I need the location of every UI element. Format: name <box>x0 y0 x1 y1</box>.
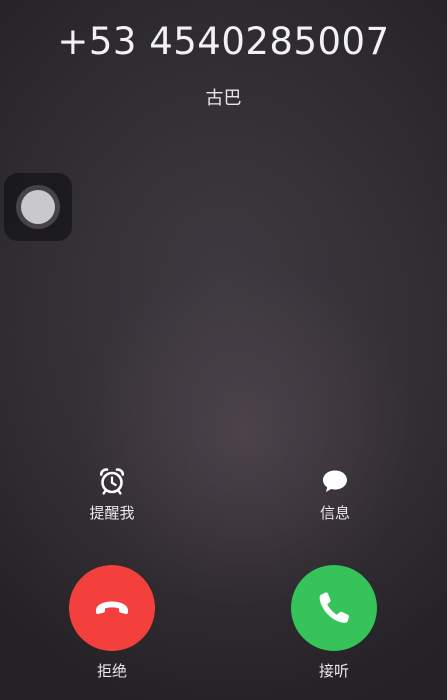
caller-location: 古巴 <box>205 88 242 109</box>
remind-me-button[interactable]: 提醒我 <box>67 466 157 523</box>
decline-label: 拒绝 <box>96 662 127 680</box>
hang-up-icon <box>96 601 128 615</box>
assistive-touch-button[interactable] <box>4 173 72 241</box>
assistive-touch-icon <box>21 190 55 224</box>
message-bubble-icon <box>323 470 347 492</box>
remind-me-label: 提醒我 <box>89 504 135 522</box>
alarm-clock-icon <box>99 468 125 495</box>
phone-icon <box>319 592 349 623</box>
message-button[interactable]: 信息 <box>290 466 380 523</box>
caller-number: +53 4540285007 <box>57 20 390 63</box>
accept-label: 接听 <box>318 662 349 680</box>
accept-button[interactable] <box>291 565 377 651</box>
decline-button[interactable] <box>69 565 155 651</box>
message-label: 信息 <box>319 504 350 522</box>
